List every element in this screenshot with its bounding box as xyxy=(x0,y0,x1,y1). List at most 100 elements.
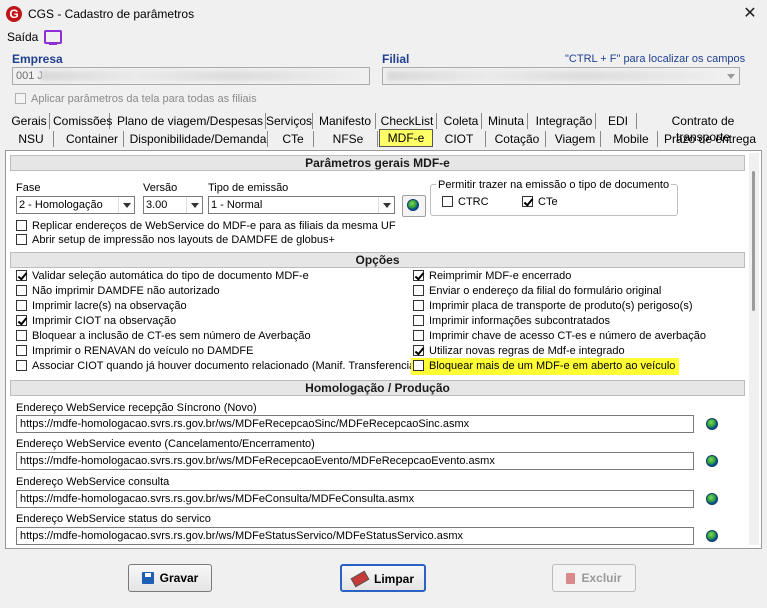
opcao-right-6[interactable]: Bloquear mais de um MDF-e em aberto ao v… xyxy=(413,360,675,372)
fase-select[interactable]: 2 - Homologação xyxy=(16,196,135,214)
opcao-right-3[interactable]: Imprimir informações subcontratados xyxy=(413,315,610,327)
opcao-left-1[interactable]: Não imprimir DAMDFE não autorizado xyxy=(16,285,220,297)
opcao-right-5[interactable]: Utilizar novas regras de Mdf-e integrado xyxy=(413,345,625,357)
opcao-right-4-checkbox[interactable] xyxy=(413,330,424,341)
section-homologacao-header: Homologação / Produção xyxy=(10,380,745,396)
opcao-right-1-checkbox[interactable] xyxy=(413,285,424,296)
opcao-left-2[interactable]: Imprimir lacre(s) na observação xyxy=(16,300,187,312)
opcao-right-4-label: Imprimir chave de acesso CT-es e número … xyxy=(429,330,706,342)
replicar-checkbox[interactable] xyxy=(16,220,27,231)
opcao-right-3-checkbox[interactable] xyxy=(413,315,424,326)
filial-redacted xyxy=(387,71,717,81)
opcao-left-3[interactable]: Imprimir CIOT na observação xyxy=(16,315,176,327)
apply-all-checkbox[interactable] xyxy=(15,93,26,104)
cte-checkbox[interactable] xyxy=(522,196,533,207)
versao-select[interactable]: 3.00 xyxy=(143,196,203,214)
opcao-right-4[interactable]: Imprimir chave de acesso CT-es e número … xyxy=(413,330,706,342)
endpoint-2-globe-icon[interactable] xyxy=(706,493,718,505)
menu-saida[interactable]: Saída xyxy=(7,30,38,44)
tab-mobile[interactable]: Mobile xyxy=(605,131,658,147)
search-hint: "CTRL + F" para localizar os campos xyxy=(565,53,746,65)
opcao-left-2-checkbox[interactable] xyxy=(16,300,27,311)
excluir-button[interactable]: Excluir xyxy=(552,564,636,592)
abrir-setup-checkbox[interactable] xyxy=(16,234,27,245)
endpoint-3-input[interactable]: https://mdfe-homologacao.svrs.rs.gov.br/… xyxy=(16,527,694,545)
opcao-right-0[interactable]: Reimprimir MDF-e encerrado xyxy=(413,270,571,282)
tab-cotacao[interactable]: Cotação xyxy=(489,131,546,147)
opcao-right-3-label: Imprimir informações subcontratados xyxy=(429,315,610,327)
opcao-left-1-checkbox[interactable] xyxy=(16,285,27,296)
endpoint-1-globe-icon[interactable] xyxy=(706,455,718,467)
tab-viagem[interactable]: Viagem xyxy=(550,131,601,147)
endpoint-2-label: Endereço WebService consulta xyxy=(16,476,170,488)
tab-edi[interactable]: EDI xyxy=(600,113,637,129)
opcao-right-6-checkbox[interactable] xyxy=(413,360,424,371)
tab-contrato-transporte[interactable]: Contrato de transporte xyxy=(645,113,761,144)
tab-integracao[interactable]: Integração xyxy=(533,113,596,129)
gravar-button[interactable]: Gravar xyxy=(128,564,212,592)
tab-nfse[interactable]: NFSe xyxy=(319,131,378,147)
tab-servicos[interactable]: Serviços xyxy=(266,113,313,129)
opcao-right-2[interactable]: Imprimir placa de transporte de produto(… xyxy=(413,300,693,312)
ctrc-checkbox[interactable] xyxy=(442,196,453,207)
tab-prazo-entrega[interactable]: Prazo de entrega xyxy=(661,131,759,147)
abrir-setup-row[interactable]: Abrir setup de impressão nos layouts de … xyxy=(16,234,335,246)
opcao-left-3-checkbox[interactable] xyxy=(16,315,27,326)
tab-comissoes[interactable]: Comissões xyxy=(53,113,112,129)
filial-select[interactable] xyxy=(382,67,740,85)
cte-row[interactable]: CTe xyxy=(522,196,558,208)
endpoint-3-globe-icon[interactable] xyxy=(706,530,718,542)
endpoint-0-input[interactable]: https://mdfe-homologacao.svrs.rs.gov.br/… xyxy=(16,415,694,433)
tab-checklist[interactable]: CheckList xyxy=(378,113,437,129)
opcao-left-5[interactable]: Imprimir o RENAVAN do veículo no DAMDFE xyxy=(16,345,253,357)
opcao-left-6[interactable]: Associar CIOT quando já houver documento… xyxy=(16,360,419,372)
tipo-emissao-select[interactable]: 1 - Normal xyxy=(208,196,395,214)
empresa-field[interactable]: 001 J xyxy=(12,67,370,85)
apply-all-row[interactable]: Aplicar parâmetros da tela para todas as… xyxy=(15,93,257,105)
mdfe-panel: Parâmetros gerais MDF-e Fase 2 - Homolog… xyxy=(5,150,762,549)
tab-container[interactable]: Container xyxy=(61,131,124,147)
window-title: CGS - Cadastro de parâmetros xyxy=(28,7,195,21)
endpoint-0-globe-icon[interactable] xyxy=(706,418,718,430)
close-icon[interactable]: ✕ xyxy=(738,4,762,24)
globe-button[interactable] xyxy=(402,195,426,217)
opcao-left-0-checkbox[interactable] xyxy=(16,270,27,281)
tab-plano-viagem[interactable]: Plano de viagem/Despesas xyxy=(115,113,266,129)
opcao-right-1[interactable]: Enviar o endereço da filial do formulári… xyxy=(413,285,661,297)
tab-gerais[interactable]: Gerais xyxy=(9,113,50,129)
empresa-label: Empresa xyxy=(12,52,63,66)
opcao-left-5-label: Imprimir o RENAVAN do veículo no DAMDFE xyxy=(32,345,254,357)
opcao-left-6-label: Associar CIOT quando já houver documento… xyxy=(32,360,419,372)
opcao-right-2-label: Imprimir placa de transporte de produto(… xyxy=(429,300,693,312)
endpoint-1-input[interactable]: https://mdfe-homologacao.svrs.rs.gov.br/… xyxy=(16,452,694,470)
opcao-left-4[interactable]: Bloquear a inclusão de CT-es sem número … xyxy=(16,330,311,342)
limpar-button[interactable]: Limpar xyxy=(340,564,426,592)
ctrc-row[interactable]: CTRC xyxy=(442,196,489,208)
chevron-down-icon xyxy=(378,197,394,213)
opcao-right-5-checkbox[interactable] xyxy=(413,345,424,356)
replicar-row[interactable]: Replicar endereços de WebService do MDF-… xyxy=(16,220,396,232)
scrollbar-thumb[interactable] xyxy=(752,171,755,311)
opcao-left-5-checkbox[interactable] xyxy=(16,345,27,356)
monitor-icon[interactable] xyxy=(44,30,62,45)
section-opcoes-header: Opções xyxy=(10,252,745,268)
opcao-left-4-checkbox[interactable] xyxy=(16,330,27,341)
tab-cte[interactable]: CTe xyxy=(273,131,314,147)
opcao-right-2-checkbox[interactable] xyxy=(413,300,424,311)
tab-disponibilidade[interactable]: Disponibilidade/Demanda xyxy=(129,131,268,147)
opcao-right-0-checkbox[interactable] xyxy=(413,270,424,281)
empresa-value: 001 J xyxy=(16,70,43,82)
app-logo-icon: G xyxy=(6,6,22,22)
endpoint-2-input[interactable]: https://mdfe-homologacao.svrs.rs.gov.br/… xyxy=(16,490,694,508)
filial-label: Filial xyxy=(382,52,410,66)
tab-manifesto[interactable]: Manifesto xyxy=(315,113,376,129)
gravar-label: Gravar xyxy=(159,571,199,585)
tab-nsu[interactable]: NSU xyxy=(9,131,54,147)
tab-coleta[interactable]: Coleta xyxy=(441,113,482,129)
tab-minuta[interactable]: Minuta xyxy=(485,113,528,129)
opcao-left-6-checkbox[interactable] xyxy=(16,360,27,371)
opcao-left-0[interactable]: Validar seleção automática do tipo de do… xyxy=(16,270,309,282)
tab-mdfe[interactable]: MDF-e xyxy=(379,129,433,147)
vertical-scrollbar[interactable] xyxy=(749,153,759,545)
tab-ciot[interactable]: CIOT xyxy=(433,131,486,147)
